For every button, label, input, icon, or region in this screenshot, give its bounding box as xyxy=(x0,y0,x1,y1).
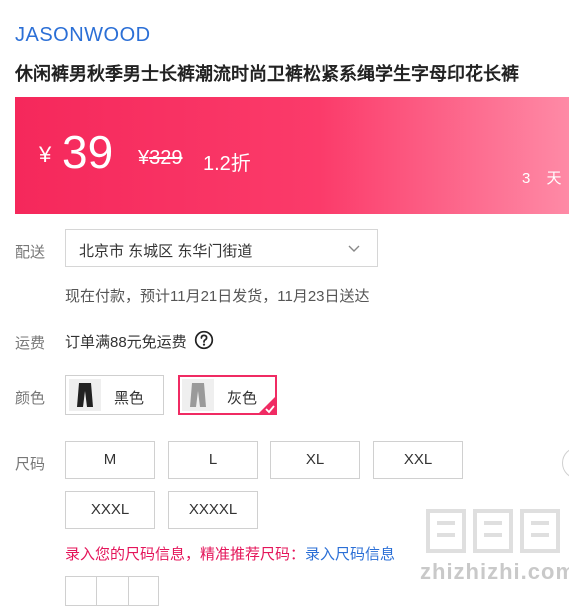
pants-thumbnail-image xyxy=(182,379,214,411)
product-title: 休闲裤男秋季男士长裤潮流时尚卫裤松紧系绳学生字母印花长裤 xyxy=(15,64,519,84)
help-question-icon[interactable] xyxy=(194,330,214,350)
quantity-divider xyxy=(128,577,129,605)
original-currency: ¥ xyxy=(138,147,150,169)
price-currency: ¥ xyxy=(39,142,52,167)
quantity-stepper[interactable] xyxy=(65,576,159,606)
color-label: 颜色 xyxy=(15,390,46,407)
original-price: ¥329 xyxy=(138,147,183,170)
selected-check-icon xyxy=(257,395,277,415)
color-name: 灰色 xyxy=(227,390,258,407)
size-option-xxxxl[interactable]: XXXXL xyxy=(168,491,258,529)
price-banner: ¥ 39 ¥329 1.2折 3 天 1 xyxy=(15,97,569,214)
size-option-l[interactable]: L xyxy=(168,441,258,479)
delivery-label: 配送 xyxy=(15,244,46,261)
color-option-black[interactable]: 黑色 xyxy=(65,375,164,415)
watermark-text: zhizhizhi.com xyxy=(420,559,569,584)
size-recommendation-tip: 录入您的尺码信息，精准推荐尺码：录入尺码信息 xyxy=(65,543,395,564)
watermark-logo xyxy=(426,509,560,553)
quantity-divider xyxy=(96,577,97,605)
pants-thumbnail-image xyxy=(69,379,101,411)
discount-label: 1.2折 xyxy=(203,153,251,175)
freight-info: 订单满88元免运费 xyxy=(65,334,187,351)
size-option-m[interactable]: M xyxy=(65,441,155,479)
enter-size-link[interactable]: 录入尺码信息 xyxy=(305,546,395,563)
countdown-timer: 3 天 1 xyxy=(522,170,569,187)
size-tip-text: 录入您的尺码信息，精准推荐尺码： xyxy=(65,546,306,563)
color-option-gray[interactable]: 灰色 xyxy=(178,375,277,415)
size-option-xl[interactable]: XL xyxy=(270,441,360,479)
size-label: 尺码 xyxy=(15,456,46,473)
delivery-estimate: 现在付款，预计11月21日发货，11月23日送达 xyxy=(65,288,370,305)
current-price: 39 xyxy=(62,126,114,178)
brand-name[interactable]: JASONWOOD xyxy=(15,24,151,47)
address-text: 北京市 东城区 东华门街道 xyxy=(79,243,253,260)
freight-label: 运费 xyxy=(15,335,46,352)
chevron-down-icon xyxy=(348,245,360,252)
original-price-value: 329 xyxy=(149,147,183,169)
size-option-xxl[interactable]: XXL xyxy=(373,441,463,479)
address-selector[interactable]: 北京市 东城区 东华门街道 xyxy=(65,229,378,267)
size-option-xxxl[interactable]: XXXL xyxy=(65,491,155,529)
color-name: 黑色 xyxy=(114,390,145,407)
size-chart-button[interactable] xyxy=(562,447,569,479)
